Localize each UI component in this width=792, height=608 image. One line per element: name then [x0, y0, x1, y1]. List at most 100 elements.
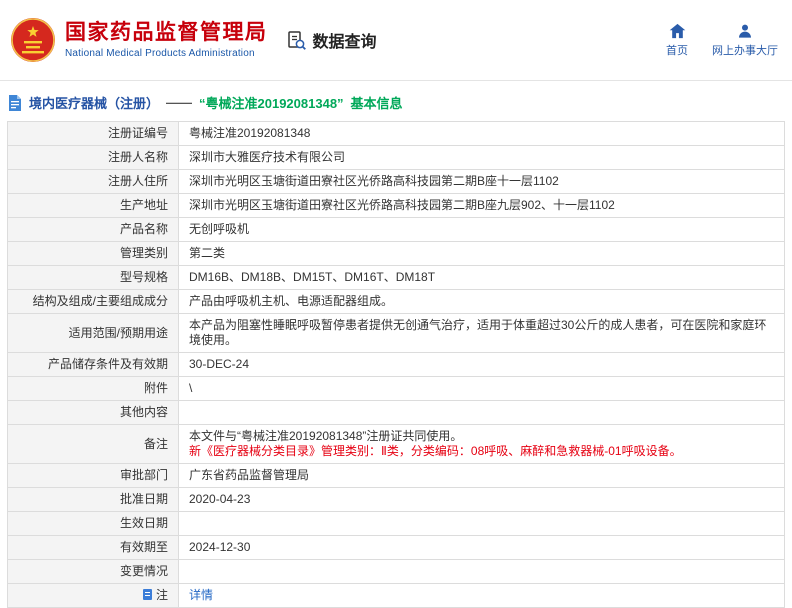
table-row: 审批部门广东省药品监督管理局 — [8, 464, 785, 488]
row-value: 深圳市光明区玉塘街道田寮社区光侨路高科技园第二期B座九层902、十一层1102 — [179, 194, 785, 218]
row-value: 粤械注准20192081348 — [179, 122, 785, 146]
national-emblem-icon — [10, 17, 56, 63]
row-label: 注册人住所 — [8, 170, 179, 194]
row-value-text: 深圳市大雅医疗技术有限公司 — [189, 150, 774, 165]
row-value-text: 2020-04-23 — [189, 492, 774, 507]
row-label: 注册人名称 — [8, 146, 179, 170]
table-row: 附件 \ — [8, 377, 785, 401]
row-value: 产品由呼吸机主机、电源适配器组成。 — [179, 290, 785, 314]
note-icon — [143, 589, 152, 600]
table-row: 有效期至 2024-12-30 — [8, 536, 785, 560]
table-row: 注详情 — [8, 584, 785, 608]
row-value: 无创呼吸机 — [179, 218, 785, 242]
row-value: 深圳市大雅医疗技术有限公司 — [179, 146, 785, 170]
row-value-text: 广东省药品监督管理局 — [189, 468, 774, 483]
row-value: 详情 — [179, 584, 785, 608]
table-row: 管理类别第二类 — [8, 242, 785, 266]
row-value: 本文件与“粤械注准20192081348”注册证共同使用。新《医疗器械分类目录》… — [179, 425, 785, 464]
row-label: 生产地址 — [8, 194, 179, 218]
row-value-text — [189, 516, 774, 531]
row-label: 有效期至 — [8, 536, 179, 560]
row-label: 管理类别 — [8, 242, 179, 266]
row-label: 生效日期 — [8, 512, 179, 536]
detail-link[interactable]: 详情 — [189, 588, 213, 602]
document-magnifier-icon — [286, 30, 307, 51]
row-value — [179, 512, 785, 536]
row-label: 注册证编号 — [8, 122, 179, 146]
table-row: 批准日期 2020-04-23 — [8, 488, 785, 512]
row-label: 批准日期 — [8, 488, 179, 512]
row-value: DM16B、DM18B、DM15T、DM16T、DM18T — [179, 266, 785, 290]
row-label: 结构及组成/主要组成成分 — [8, 290, 179, 314]
title-category: 境内医疗器械（注册） — [29, 93, 159, 112]
table-row: 注册人名称深圳市大雅医疗技术有限公司 — [8, 146, 785, 170]
row-value: 2020-04-23 — [179, 488, 785, 512]
brand-text: 国家药品监督管理局 National Medical Products Admi… — [65, 21, 268, 59]
row-value: 本产品为阻塞性睡眠呼吸暂停患者提供无创通气治疗，适用于体重超过30公斤的成人患者… — [179, 314, 785, 353]
row-value-text: 本产品为阻塞性睡眠呼吸暂停患者提供无创通气治疗，适用于体重超过30公斤的成人患者… — [189, 318, 774, 348]
row-value: 广东省药品监督管理局 — [179, 464, 785, 488]
row-label: 注 — [8, 584, 179, 608]
nav-data-query[interactable]: 数据查询 — [286, 28, 377, 52]
row-label: 其他内容 — [8, 401, 179, 425]
table-row: 注册人住所深圳市光明区玉塘街道田寮社区光侨路高科技园第二期B座十一层1102 — [8, 170, 785, 194]
row-value: \ — [179, 377, 785, 401]
org-name-en: National Medical Products Administration — [65, 48, 268, 59]
row-value-text — [189, 405, 774, 420]
row-label: 型号规格 — [8, 266, 179, 290]
row-label: 审批部门 — [8, 464, 179, 488]
title-registration-number: “粤械注准20192081348” — [199, 93, 344, 112]
user-icon — [737, 23, 753, 39]
table-row: 生产地址深圳市光明区玉塘街道田寮社区光侨路高科技园第二期B座九层902、十一层1… — [8, 194, 785, 218]
nav-data-query-label: 数据查询 — [313, 28, 377, 52]
table-row: 备注本文件与“粤械注准20192081348”注册证共同使用。新《医疗器械分类目… — [8, 425, 785, 464]
org-name: 国家药品监督管理局 — [65, 21, 268, 45]
row-label: 备注 — [8, 425, 179, 464]
row-value-text: 深圳市光明区玉塘街道田寮社区光侨路高科技园第二期B座十一层1102 — [189, 174, 774, 189]
row-value-remark: 新《医疗器械分类目录》管理类别：Ⅱ类，分类编码：08呼吸、麻醉和急救器械-01呼… — [189, 444, 774, 459]
title-suffix: 基本信息 — [351, 93, 403, 112]
row-value-text: 30-DEC-24 — [189, 357, 774, 372]
nav-service-hall[interactable]: 网上办事大厅 — [712, 23, 778, 58]
title-separator: —— — [166, 95, 192, 110]
row-value-text: 第二类 — [189, 246, 774, 261]
row-value: 第二类 — [179, 242, 785, 266]
table-row: 变更情况 — [8, 560, 785, 584]
page-title: 境内医疗器械（注册） —— “粤械注准20192081348” 基本信息 — [0, 81, 792, 119]
nav-home[interactable]: 首页 — [666, 23, 688, 58]
table-row: 其他内容 — [8, 401, 785, 425]
row-value — [179, 560, 785, 584]
table-row: 生效日期 — [8, 512, 785, 536]
table-row: 适用范围/预期用途本产品为阻塞性睡眠呼吸暂停患者提供无创通气治疗，适用于体重超过… — [8, 314, 785, 353]
nav-home-label: 首页 — [666, 42, 688, 58]
table-row: 产品名称无创呼吸机 — [8, 218, 785, 242]
row-value: 30-DEC-24 — [179, 353, 785, 377]
row-value — [179, 401, 785, 425]
info-table-body: 注册证编号粤械注准20192081348注册人名称深圳市大雅医疗技术有限公司注册… — [8, 122, 785, 608]
table-row: 产品储存条件及有效期 30-DEC-24 — [8, 353, 785, 377]
row-value-text: 无创呼吸机 — [189, 222, 774, 237]
row-value-text: 本文件与“粤械注准20192081348”注册证共同使用。 — [189, 429, 774, 444]
table-row: 注册证编号粤械注准20192081348 — [8, 122, 785, 146]
top-links: 首页 网上办事大厅 — [666, 23, 778, 58]
row-value-text: \ — [189, 381, 774, 396]
row-value-text: 产品由呼吸机主机、电源适配器组成。 — [189, 294, 774, 309]
row-label: 产品储存条件及有效期 — [8, 353, 179, 377]
row-value: 2024-12-30 — [179, 536, 785, 560]
home-icon — [669, 23, 686, 39]
info-table: 注册证编号粤械注准20192081348注册人名称深圳市大雅医疗技术有限公司注册… — [7, 121, 785, 608]
row-value: 深圳市光明区玉塘街道田寮社区光侨路高科技园第二期B座十一层1102 — [179, 170, 785, 194]
brand-logo[interactable]: 国家药品监督管理局 National Medical Products Admi… — [10, 17, 268, 63]
table-row: 结构及组成/主要组成成分产品由呼吸机主机、电源适配器组成。 — [8, 290, 785, 314]
row-value-text: 2024-12-30 — [189, 540, 774, 555]
row-label: 变更情况 — [8, 560, 179, 584]
nav-service-hall-label: 网上办事大厅 — [712, 42, 778, 58]
row-value-text — [189, 564, 774, 579]
document-icon — [8, 95, 22, 111]
row-value-text: 深圳市光明区玉塘街道田寮社区光侨路高科技园第二期B座九层902、十一层1102 — [189, 198, 774, 213]
row-value-text: DM16B、DM18B、DM15T、DM16T、DM18T — [189, 270, 774, 285]
table-row: 型号规格 DM16B、DM18B、DM15T、DM16T、DM18T — [8, 266, 785, 290]
row-label: 适用范围/预期用途 — [8, 314, 179, 353]
row-label: 附件 — [8, 377, 179, 401]
row-label: 产品名称 — [8, 218, 179, 242]
